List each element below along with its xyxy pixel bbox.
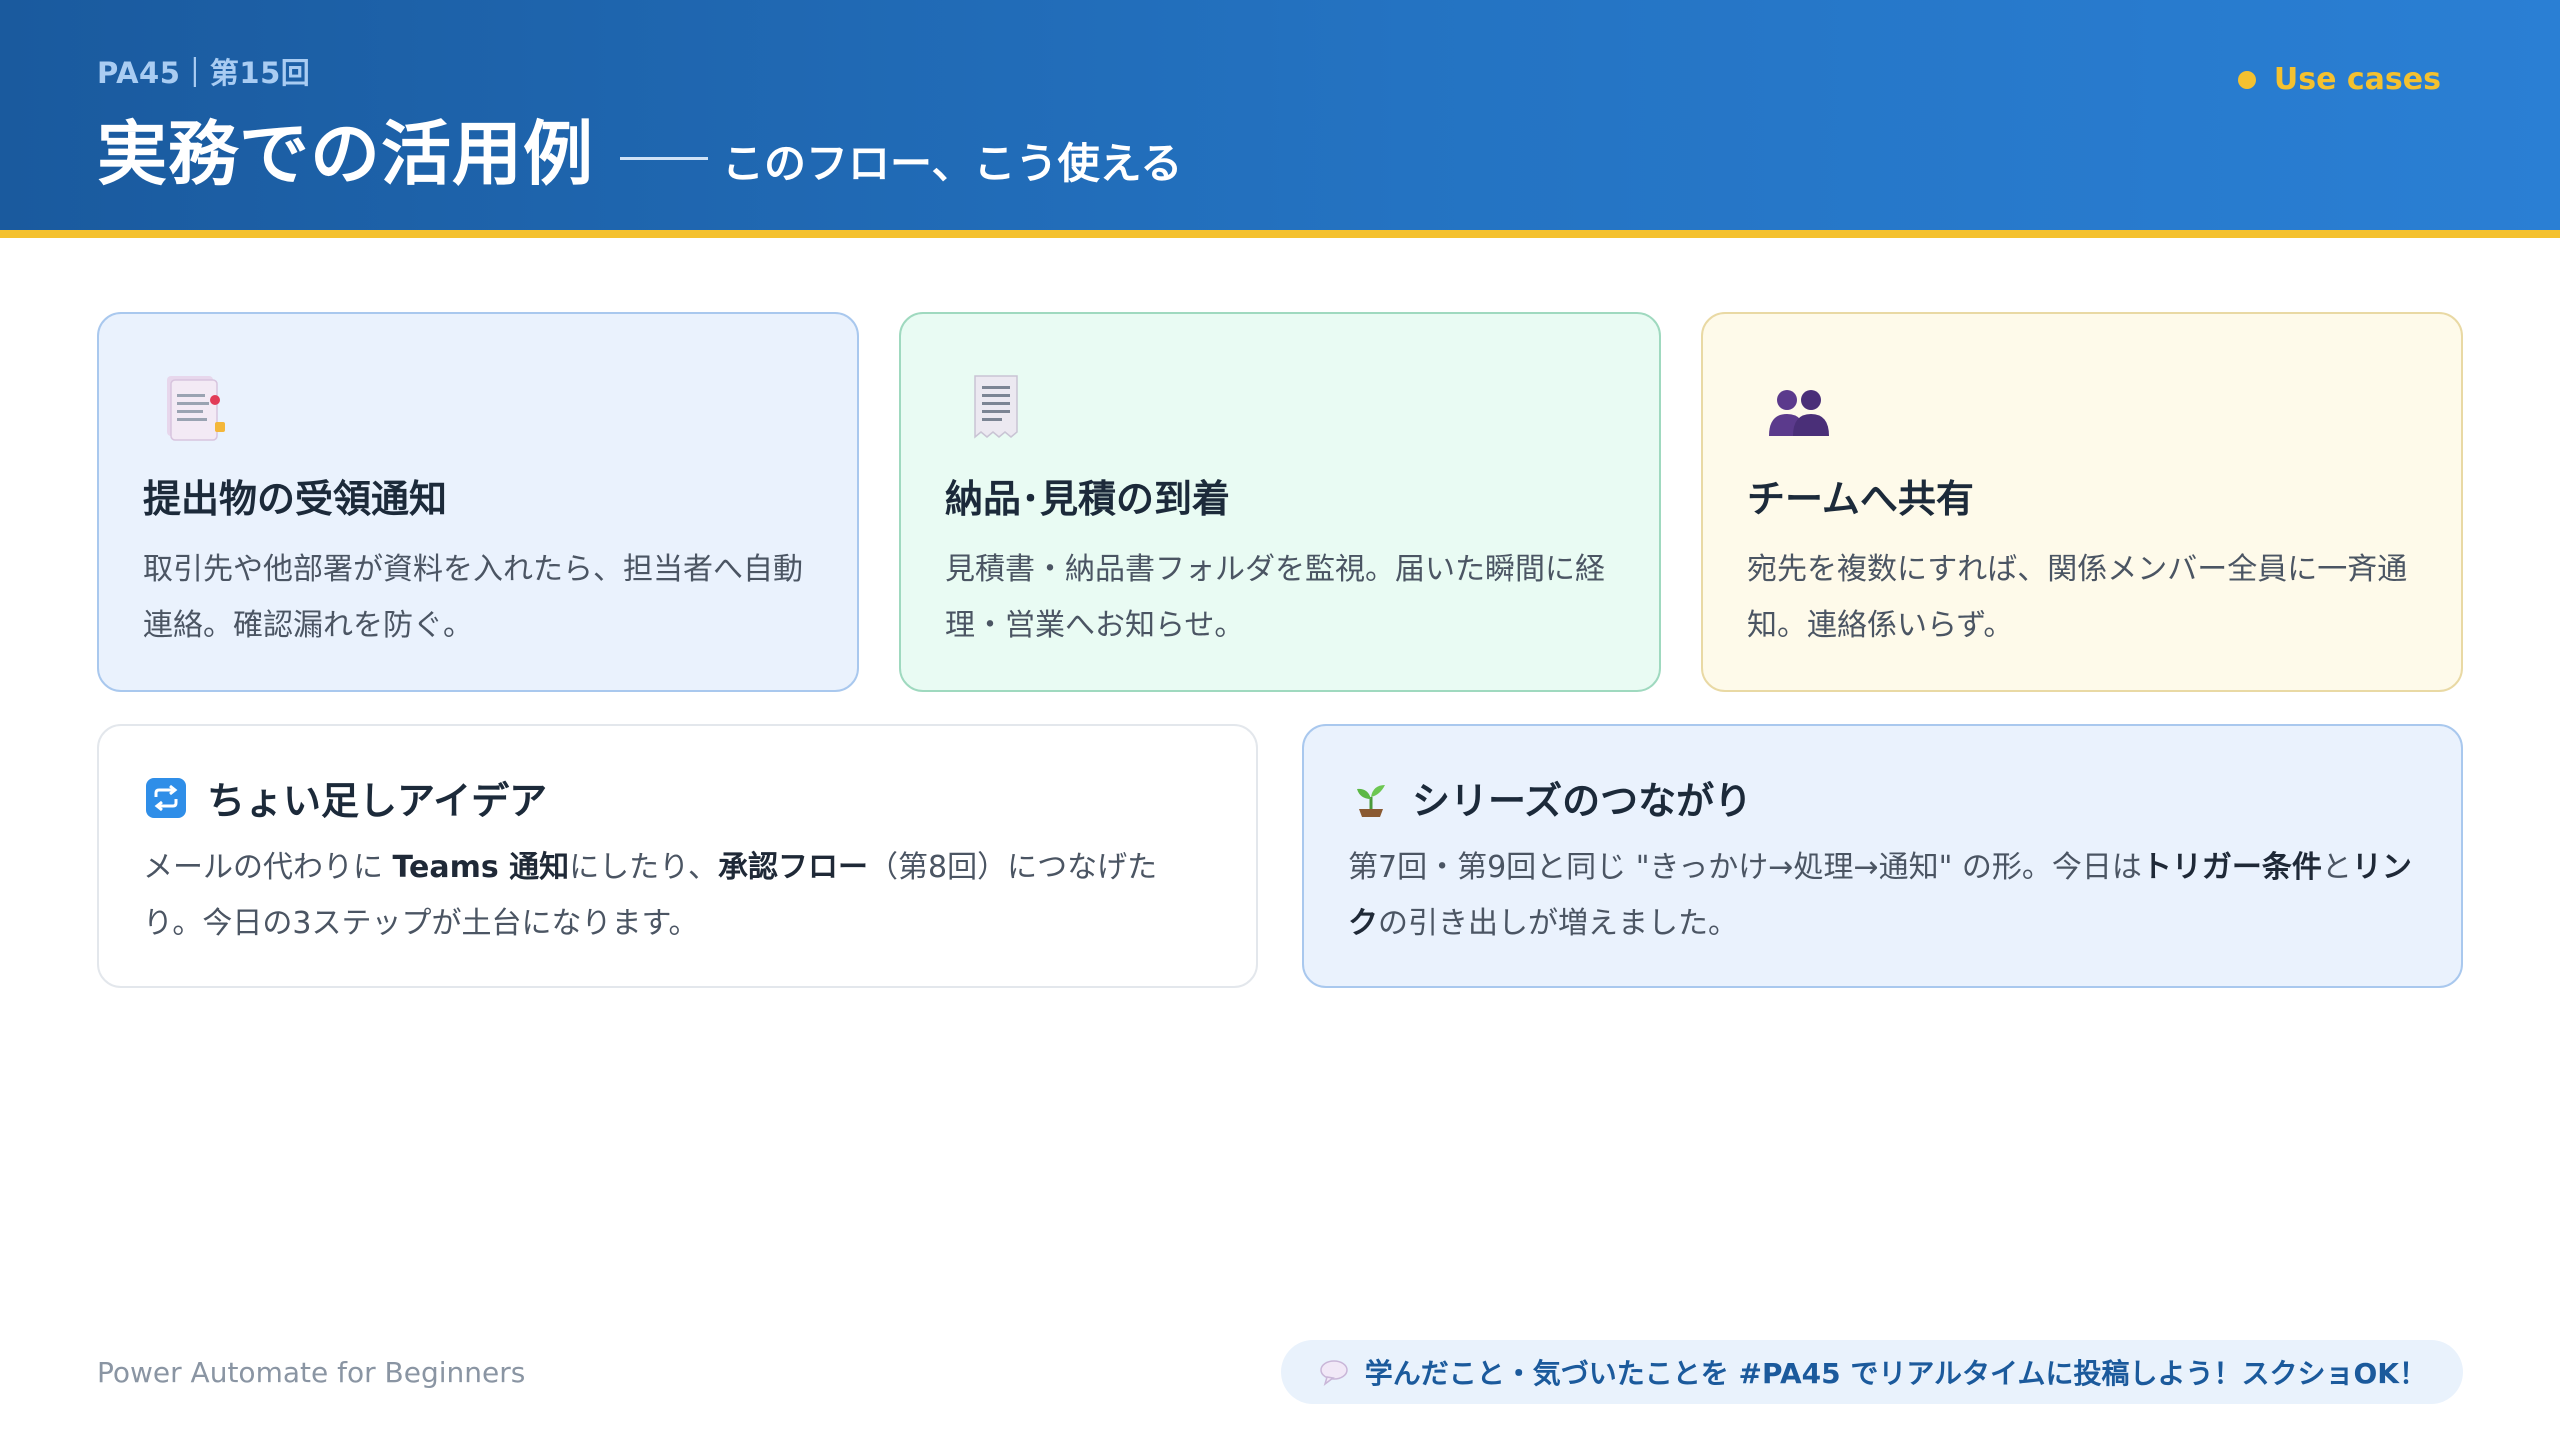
header-accent-stripe (0, 230, 2560, 238)
card-body: 見積書・納品書フォルダを監視。届いた瞬間に経理・営業へお知らせ。 (945, 552, 1605, 643)
ideas-text-2: にしたり、 (569, 850, 718, 885)
title-row: 実務での活用例 このフロー、こう使える (97, 98, 1182, 199)
series-body: 第7回・第9回と同じ "きっかけ→処理→通知" の形。今日はトリガー条件とリンク… (1348, 840, 2421, 952)
section-tag: Use cases (2237, 62, 2441, 97)
title-dash (620, 157, 708, 160)
people-icon (1769, 390, 1829, 436)
header-banner: PA45｜第15回 実務での活用例 このフロー、こう使える Use cases (0, 0, 2560, 230)
page-title: 実務での活用例 (97, 113, 594, 195)
card-title: 納品･見積の到着 (945, 477, 1231, 521)
series-text-3: の引き出しが増えました。 (1378, 906, 1738, 941)
footer-brand: Power Automate for Beginners (97, 1356, 526, 1389)
card-body: 取引先や他部署が資料を入れたら、担当者へ自動連絡。確認漏れを防ぐ。 (143, 552, 803, 643)
use-case-card-receipt-notice: 提出物の受領通知 取引先や他部署が資料を入れたら、担当者へ自動連絡。確認漏れを防… (97, 312, 859, 692)
ideas-bold-approval: 承認フロー (718, 850, 868, 885)
series-text-1: 第7回・第9回と同じ "きっかけ→処理→通知" の形。今日は (1348, 850, 2142, 885)
series-bold-trigger: トリガー条件 (2141, 850, 2322, 885)
ideas-card: ちょい足しアイデア メールの代わりに Teams 通知にしたり、承認フロー（第8… (97, 724, 1258, 988)
series-title: シリーズのつながり (1412, 779, 1753, 823)
series-header: シリーズのつながり (1350, 770, 1752, 825)
ideas-header: ちょい足しアイデア (145, 770, 547, 825)
ideas-body: メールの代わりに Teams 通知にしたり、承認フロー（第8回）につなげたり。今… (143, 840, 1216, 952)
series-text-2: と (2321, 850, 2352, 885)
sprout-icon (1357, 784, 1385, 817)
speech-bubble-icon (1320, 1360, 1348, 1386)
tag-dot-icon (2237, 70, 2256, 89)
receipt-icon (974, 375, 1018, 439)
session-label: PA45｜第15回 (97, 56, 311, 90)
ideas-title: ちょい足しアイデア (207, 779, 548, 823)
card-title: 提出物の受領通知 (143, 477, 448, 521)
cta-text: 学んだこと・気づいたことを #PA45 でリアルタイムに投稿しよう！スクショOK… (1364, 1357, 2427, 1390)
use-case-card-team-share: チームへ共有 宛先を複数にすれば、関係メンバー全員に一斉通知。連絡係いらず。 (1701, 312, 2463, 692)
page-subtitle: このフロー、こう使える (722, 139, 1183, 188)
ideas-bold-teams: Teams 通知 (392, 850, 570, 885)
series-card: シリーズのつながり 第7回・第9回と同じ "きっかけ→処理→通知" の形。今日は… (1302, 724, 2463, 988)
use-case-card-delivery: 納品･見積の到着 見積書・納品書フォルダを監視。届いた瞬間に経理・営業へお知らせ… (899, 312, 1661, 692)
cta-pill: 学んだこと・気づいたことを #PA45 でリアルタイムに投稿しよう！スクショOK… (1280, 1340, 2463, 1404)
ideas-text-1: メールの代わりに (143, 850, 393, 885)
card-title: チームへ共有 (1747, 477, 1974, 521)
section-tag-label: Use cases (2273, 62, 2441, 97)
repeat-icon (146, 777, 186, 818)
card-body: 宛先を複数にすれば、関係メンバー全員に一斉通知。連絡係いらず。 (1747, 552, 2408, 643)
document-clip-icon (167, 376, 225, 441)
